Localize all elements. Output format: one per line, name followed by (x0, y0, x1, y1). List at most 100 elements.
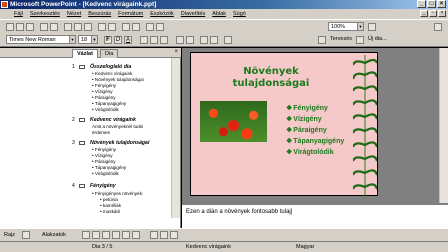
text-cursor: | (290, 209, 293, 215)
menu-view[interactable]: Nézet (67, 11, 81, 17)
table-icon[interactable] (132, 23, 140, 31)
slide-bullet: Fényigény (286, 103, 344, 114)
slide-bullet: Vízigény (286, 114, 344, 125)
redo-icon[interactable] (108, 23, 116, 31)
list-item[interactable]: • Fényigény (92, 147, 116, 152)
select-arrow-icon[interactable] (22, 231, 30, 239)
menu-edit[interactable]: Szerkesztés (30, 11, 60, 17)
bullets-icon[interactable] (186, 36, 194, 44)
notes-text: Ezen a dián a növények fontosabb tulaj (186, 209, 291, 215)
new-slide-icon[interactable] (356, 36, 364, 44)
slide-title-line1: Növények (243, 66, 299, 77)
help-icon[interactable] (368, 23, 376, 31)
font-name-select[interactable]: Times New Roman ▼ (6, 35, 76, 44)
outline-scrollbar[interactable] (171, 58, 180, 218)
list-item[interactable]: • Tápanyagigény (92, 165, 126, 170)
preview-icon[interactable] (50, 23, 58, 31)
underline-icon[interactable]: A (124, 36, 132, 44)
list-item[interactable]: • Virágtolódik (92, 171, 119, 176)
new-slide-button[interactable]: Új dia... (368, 36, 387, 42)
oval-icon[interactable] (112, 231, 120, 239)
align-right-icon[interactable] (160, 36, 168, 44)
outline-content[interactable]: 1 Összefoglaló dia • Kedvenc virágaink •… (0, 58, 181, 228)
list-item[interactable]: • Páraigény (92, 159, 116, 164)
autoshapes-button[interactable]: Alakzatok (42, 232, 66, 238)
list-item[interactable]: • Növények tulajdonságai (92, 77, 144, 82)
design-button[interactable]: Tervezés (330, 36, 352, 42)
list-item[interactable]: • muskátli (100, 209, 120, 214)
draw-menu-button[interactable]: Rajz (4, 232, 15, 238)
slide-title: Növények tulajdonságai (90, 140, 150, 146)
rectangle-icon[interactable] (102, 231, 110, 239)
list-item[interactable]: • Fényigény (92, 83, 116, 88)
slide-canvas[interactable]: Növények tulajdonságai Fényigény Vízigén… (190, 52, 378, 197)
menu-bar: Fájl Szerkesztés Nézet Beszúrás Formátum… (0, 9, 448, 19)
slide-scrollbar[interactable] (439, 48, 448, 203)
zoom-select[interactable]: 100% ▼ (328, 22, 364, 31)
align-center-icon[interactable] (150, 36, 158, 44)
print-icon[interactable] (40, 23, 48, 31)
menu-insert[interactable]: Beszúrás (88, 11, 111, 17)
align-left-icon[interactable] (140, 36, 148, 44)
list-item[interactable]: • Kedvenc virágaink (92, 71, 132, 76)
line-icon[interactable] (82, 231, 90, 239)
italic-icon[interactable]: D (114, 36, 122, 44)
numbering-icon[interactable] (176, 36, 184, 44)
zoom-value: 100% (331, 24, 346, 30)
doc-restore-button[interactable]: ▫ (429, 10, 437, 17)
doc-close-button[interactable]: × (438, 10, 446, 17)
list-item[interactable]: Amit a növényeknél tudni érdemes (92, 124, 162, 136)
list-item[interactable]: • kaméliák (100, 203, 121, 208)
list-item[interactable]: • petúnia (100, 197, 118, 202)
wordart-icon[interactable] (132, 231, 140, 239)
hyperlink-icon[interactable] (146, 23, 154, 31)
notes-pane[interactable]: Ezen a dián a növények fontosabb tulaj| (182, 203, 448, 228)
tulip-photo[interactable] (200, 101, 267, 142)
decrease-font-icon[interactable] (210, 36, 218, 44)
fill-color-icon[interactable] (150, 231, 158, 239)
copy-icon[interactable] (74, 23, 82, 31)
list-item[interactable]: • Vízigény (92, 153, 113, 158)
list-item[interactable]: • Tápanyagigény (92, 101, 126, 106)
font-size-select[interactable]: 18 ▼ (78, 35, 98, 44)
toolbar-options-icon[interactable] (434, 23, 442, 31)
list-item[interactable]: • Páraigény (92, 95, 116, 100)
tab-outline[interactable]: Vázlat (72, 49, 98, 58)
paste-icon[interactable] (84, 23, 92, 31)
menu-window[interactable]: Ablak (212, 11, 226, 17)
cut-icon[interactable] (64, 23, 72, 31)
save-icon[interactable] (26, 23, 34, 31)
expand-icon[interactable] (156, 23, 164, 31)
menu-slideshow[interactable]: Diavetítés (181, 11, 205, 17)
arrow-icon[interactable] (92, 231, 100, 239)
slide-title-placeholder[interactable]: Növények tulajdonságai (211, 66, 331, 90)
close-button[interactable]: × (437, 0, 446, 8)
minimize-button[interactable]: _ (417, 0, 426, 8)
list-item[interactable]: • Fényigényes növények: (92, 191, 143, 196)
menu-help[interactable]: Súgó (233, 11, 246, 17)
slide-bullet: Virágtolódik (286, 147, 344, 158)
maximize-button[interactable]: □ (427, 0, 436, 8)
tab-slides[interactable]: Dia (100, 49, 119, 58)
bold-icon[interactable]: F (104, 36, 112, 44)
chart-icon[interactable] (122, 23, 130, 31)
design-icon[interactable] (318, 36, 326, 44)
close-pane-icon[interactable]: × (174, 49, 178, 55)
status-slide-info: Dia 3 / 5 (92, 244, 113, 250)
textbox-icon[interactable] (122, 231, 130, 239)
menu-file[interactable]: Fájl (14, 11, 23, 17)
slide-bullet-list[interactable]: Fényigény Vízigény Páraigény Tápanyagigé… (286, 103, 344, 158)
line-color-icon[interactable] (160, 231, 168, 239)
increase-font-icon[interactable] (200, 36, 208, 44)
menu-tools[interactable]: Eszközök (150, 11, 174, 17)
font-color-icon[interactable] (224, 36, 232, 44)
new-icon[interactable] (6, 23, 14, 31)
list-item[interactable]: • Virágtolódik (92, 107, 119, 112)
menu-format[interactable]: Formátum (118, 11, 143, 17)
list-item[interactable]: • Vízigény (92, 89, 113, 94)
font-color-draw-icon[interactable] (170, 231, 178, 239)
undo-icon[interactable] (98, 23, 106, 31)
doc-minimize-button[interactable]: _ (420, 10, 428, 17)
open-icon[interactable] (16, 23, 24, 31)
slide-icon (79, 141, 85, 145)
